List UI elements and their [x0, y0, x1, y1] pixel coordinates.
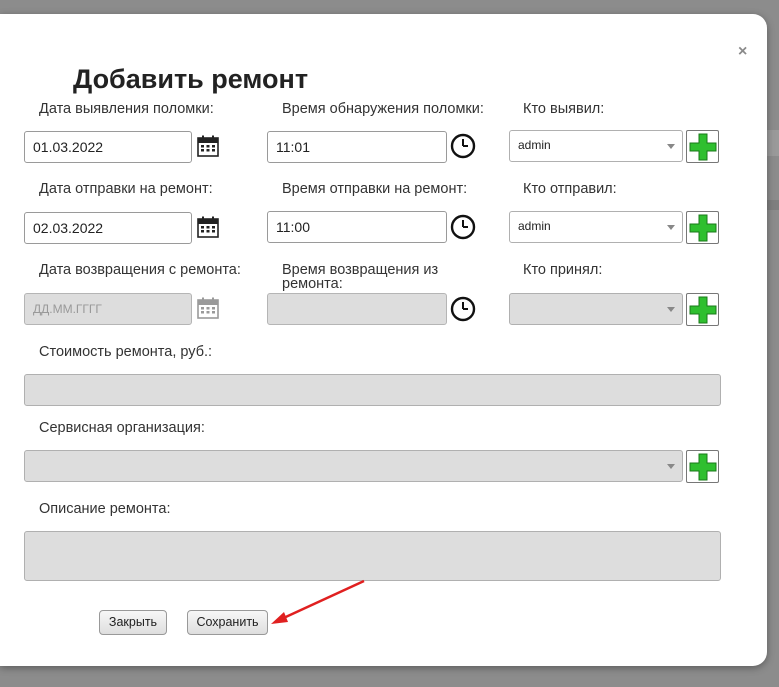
send-date-field[interactable]: 02.03.2022	[24, 212, 192, 244]
close-icon[interactable]: ×	[738, 44, 747, 60]
description-textarea[interactable]	[24, 531, 721, 581]
cost-label: Стоимость ремонта, руб.:	[39, 344, 213, 360]
sent-by-select[interactable]: admin	[509, 211, 683, 243]
chevron-down-icon	[667, 144, 675, 149]
clock-icon[interactable]	[450, 133, 476, 159]
clock-icon[interactable]	[450, 214, 476, 240]
send-date-label: Дата отправки на ремонт:	[39, 181, 213, 197]
detect-date-label: Дата выявления поломки:	[39, 101, 214, 117]
detect-time-field[interactable]: 11:01	[267, 131, 447, 163]
description-label: Описание ремонта:	[39, 501, 171, 517]
return-time-field[interactable]	[267, 293, 447, 325]
calendar-icon[interactable]	[197, 216, 219, 238]
calendar-icon[interactable]	[197, 135, 219, 157]
chevron-down-icon	[667, 307, 675, 312]
send-time-field[interactable]: 11:00	[267, 211, 447, 243]
add-detected-by-button[interactable]	[686, 130, 719, 163]
sent-by-value: admin	[518, 219, 551, 233]
add-received-by-button[interactable]	[686, 293, 719, 326]
sent-by-label: Кто отправил:	[523, 181, 617, 197]
cost-field[interactable]	[24, 374, 721, 406]
service-org-label: Сервисная организация:	[39, 420, 205, 436]
chevron-down-icon	[667, 464, 675, 469]
add-sent-by-button[interactable]	[686, 211, 719, 244]
send-time-label: Время отправки на ремонт:	[282, 181, 468, 197]
detected-by-select[interactable]: admin	[509, 130, 683, 162]
return-time-label: Время возвращения из ремонта:	[282, 262, 439, 292]
chevron-down-icon	[667, 225, 675, 230]
clock-icon[interactable]	[450, 296, 476, 322]
detect-date-field[interactable]: 01.03.2022	[24, 131, 192, 163]
add-service-org-button[interactable]	[686, 450, 719, 483]
plus-icon	[689, 214, 717, 242]
save-button[interactable]: Сохранить	[187, 610, 268, 635]
dialog-title: Добавить ремонт	[73, 64, 309, 94]
close-button[interactable]: Закрыть	[99, 610, 167, 635]
plus-icon	[689, 133, 717, 161]
received-by-select[interactable]	[509, 293, 683, 325]
return-date-field[interactable]: ДД.ММ.ГГГГ	[24, 293, 192, 325]
plus-icon	[689, 296, 717, 324]
detected-by-value: admin	[518, 138, 551, 152]
backdrop-strip	[765, 130, 779, 156]
add-repair-dialog: × Добавить ремонт Дата выявления поломки…	[0, 14, 767, 666]
calendar-icon	[197, 297, 219, 319]
received-by-label: Кто принял:	[523, 262, 603, 278]
return-date-label: Дата возвращения с ремонта:	[39, 262, 241, 278]
detected-by-label: Кто выявил:	[523, 101, 605, 117]
plus-icon	[689, 453, 717, 481]
service-org-select[interactable]	[24, 450, 683, 482]
annotation-arrow-icon	[271, 579, 365, 624]
backdrop-strip	[765, 200, 779, 210]
detect-time-label: Время обнаружения поломки:	[282, 101, 484, 117]
